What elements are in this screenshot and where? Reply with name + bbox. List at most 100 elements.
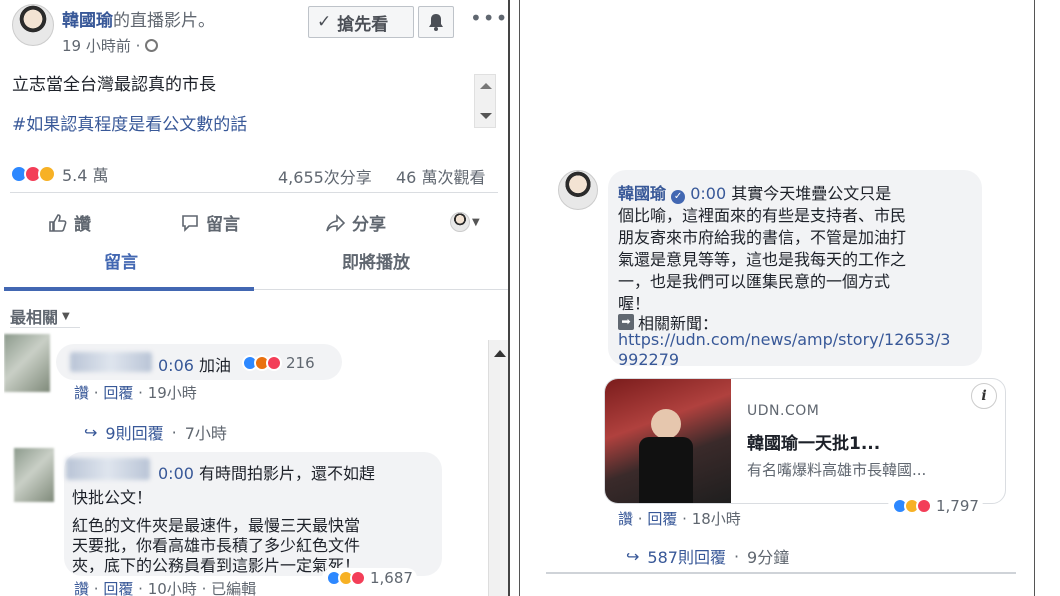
replies-link[interactable]: 9則回覆 <box>105 420 163 444</box>
comment-reactions[interactable]: 216 <box>242 354 315 372</box>
arrow-right-icon: ➡ <box>618 314 634 330</box>
follow-label: 搶先看 <box>337 14 389 35</box>
commenter-name[interactable] <box>66 458 150 480</box>
haha-reaction-icon <box>38 165 56 183</box>
more-icon[interactable]: ••• <box>470 6 508 30</box>
replies-time: 7小時 <box>184 424 227 443</box>
comment-text-line5: 夾，底下的公務員看到這影片一定氣死！ <box>72 556 361 575</box>
right-comment-panel: 韓國瑜 ✓ 0:00 其實今天堆疊公文只是 個比喻，這裡面來的有些是支持者、市民… <box>519 0 1035 596</box>
reaction-count: 5.4 萬 <box>62 166 109 185</box>
edited-label[interactable]: 已編輯 <box>211 580 256 596</box>
author-name[interactable]: 韓國瑜 <box>618 184 666 203</box>
news-thumbnail <box>605 379 731 503</box>
comment-reply-link[interactable]: 回覆 <box>103 580 133 596</box>
comment-body: 有時間拍影片，還不如趕 <box>199 464 376 483</box>
tab-comments[interactable]: 留言 <box>104 248 138 273</box>
love-reaction-icon <box>350 570 366 586</box>
post-time-row: 19 小時前 · <box>62 35 159 56</box>
commenter-avatar[interactable] <box>14 448 54 502</box>
view-replies[interactable]: ↪ 587則回覆 · 9分鐘 <box>626 544 789 568</box>
card-description: 有名嘴爆料高雄市長韓國... <box>747 461 927 479</box>
post-time[interactable]: 19 小時前 · <box>62 37 140 55</box>
reply-arrow-icon: ↪ <box>626 546 640 566</box>
author-name[interactable]: 韓國瑜 <box>62 11 113 31</box>
comment-text-line2: 快批公文！ <box>72 488 153 507</box>
comments-scrollbar[interactable] <box>488 340 508 596</box>
replies-link[interactable]: 587則回覆 <box>647 544 726 568</box>
bell-icon <box>429 14 443 31</box>
follow-button[interactable]: ✓ 搶先看 <box>308 6 414 38</box>
comment-actions: 讚 · 回覆 · 18小時 <box>618 510 741 528</box>
reaction-count: 1,687 <box>370 569 413 587</box>
tab-up-next[interactable]: 即將播放 <box>342 248 410 273</box>
timestamp-link[interactable]: 0:06 <box>158 356 194 375</box>
user-avatar <box>450 212 470 232</box>
share-icon <box>326 213 346 232</box>
comment-text: 0:06 加油 <box>158 352 231 376</box>
divider <box>10 192 498 193</box>
comment-reply-link[interactable]: 回覆 <box>103 384 133 402</box>
reply-arrow-icon: ↪ <box>84 422 98 442</box>
view-replies[interactable]: ↪ 9則回覆 · 7小時 <box>84 420 227 444</box>
share-count[interactable]: 4,655次分享 <box>278 164 372 188</box>
thumbs-up-icon <box>49 213 67 232</box>
reaction-count: 1,797 <box>936 497 979 515</box>
comment-actions: 讚 · 回覆 · 10小時 · 已編輯 <box>74 580 257 596</box>
bell-button[interactable] <box>418 6 454 38</box>
divider <box>254 289 508 290</box>
comment-body: 加油 <box>199 356 232 375</box>
timestamp-link[interactable]: 0:00 <box>158 464 194 483</box>
link-preview-card[interactable]: UDN.COM 韓國瑜一天批1... 有名嘴爆料高雄市長韓國... i <box>604 378 1006 504</box>
comment-line1: 韓國瑜 ✓ 0:00 其實今天堆疊公文只是 <box>618 180 891 204</box>
like-button[interactable]: 讚 <box>48 210 91 235</box>
author-avatar[interactable] <box>12 4 54 46</box>
comment-body: 其實今天堆疊公文只是 <box>731 184 892 203</box>
scroll-up-icon[interactable] <box>480 83 492 89</box>
comment-line5: 一，也是我們可以匯集民意的一個方式 <box>618 272 891 291</box>
love-reaction-icon <box>266 355 282 371</box>
replies-time: 9分鐘 <box>747 548 790 567</box>
comment-like-link[interactable]: 讚 <box>618 510 633 528</box>
comment-line3: 朋友寄來市府給我的書信，不管是加油打 <box>618 228 907 247</box>
timestamp-link[interactable]: 0:00 <box>690 184 726 203</box>
news-url-line1[interactable]: https://udn.com/news/amp/story/12653/3 <box>618 330 950 349</box>
check-icon: ✓ <box>317 12 332 32</box>
reaction-count: 216 <box>286 354 315 372</box>
comment-line4: 氣還是意見等等，這也是我每天的工作之 <box>618 250 907 269</box>
comment-reply-link[interactable]: 回覆 <box>647 510 677 528</box>
reaction-summary[interactable]: 5.4 萬 <box>10 162 109 186</box>
post-text-scrollbar[interactable] <box>474 74 496 128</box>
comment-time[interactable]: 19小時 <box>148 384 197 402</box>
comment-reactions[interactable]: 1,797 <box>888 496 983 516</box>
comment-button[interactable]: 留言 <box>180 210 240 235</box>
comment-time[interactable]: 18小時 <box>692 510 741 528</box>
comment-like-link[interactable]: 讚 <box>74 580 89 596</box>
share-button[interactable]: 分享 <box>326 210 386 235</box>
post-header: 韓國瑜的直播影片。 <box>62 6 215 31</box>
love-reaction-icon <box>916 498 932 514</box>
share-label: 分享 <box>352 215 386 235</box>
post-text-line1: 立志當全台灣最認真的市長 <box>12 75 216 95</box>
post-title-suffix: 的直播影片。 <box>113 11 215 31</box>
view-count: 46 萬次觀看 <box>396 168 486 187</box>
comment-like-link[interactable]: 讚 <box>74 384 89 402</box>
hashtag-link[interactable]: #如果認真程度是看公文數的話 <box>12 110 247 135</box>
scroll-up-icon[interactable] <box>494 350 506 357</box>
commenter-avatar[interactable] <box>4 334 50 392</box>
news-url-line2[interactable]: 992279 <box>618 350 679 369</box>
scroll-down-icon[interactable] <box>480 113 492 119</box>
comment-label: 留言 <box>206 215 240 235</box>
card-title: 韓國瑜一天批1... <box>747 434 881 454</box>
comment-time[interactable]: 10小時 <box>148 580 197 596</box>
author-avatar[interactable] <box>558 170 598 210</box>
comment-actions: 讚 · 回覆 · 19小時 <box>74 384 197 402</box>
sort-dropdown[interactable]: 最相關 ▼ <box>10 304 70 328</box>
globe-icon <box>145 39 159 52</box>
comment-reactions[interactable]: 1,687 <box>322 568 417 588</box>
sort-label: 最相關 <box>10 308 59 327</box>
comment-line2: 個比喻，這裡面來的有些是支持者、市民 <box>618 206 907 225</box>
reaction-selector[interactable]: ▼ <box>450 212 480 232</box>
commenter-name[interactable] <box>70 352 152 372</box>
info-icon[interactable]: i <box>971 383 997 409</box>
divider <box>546 572 1016 574</box>
